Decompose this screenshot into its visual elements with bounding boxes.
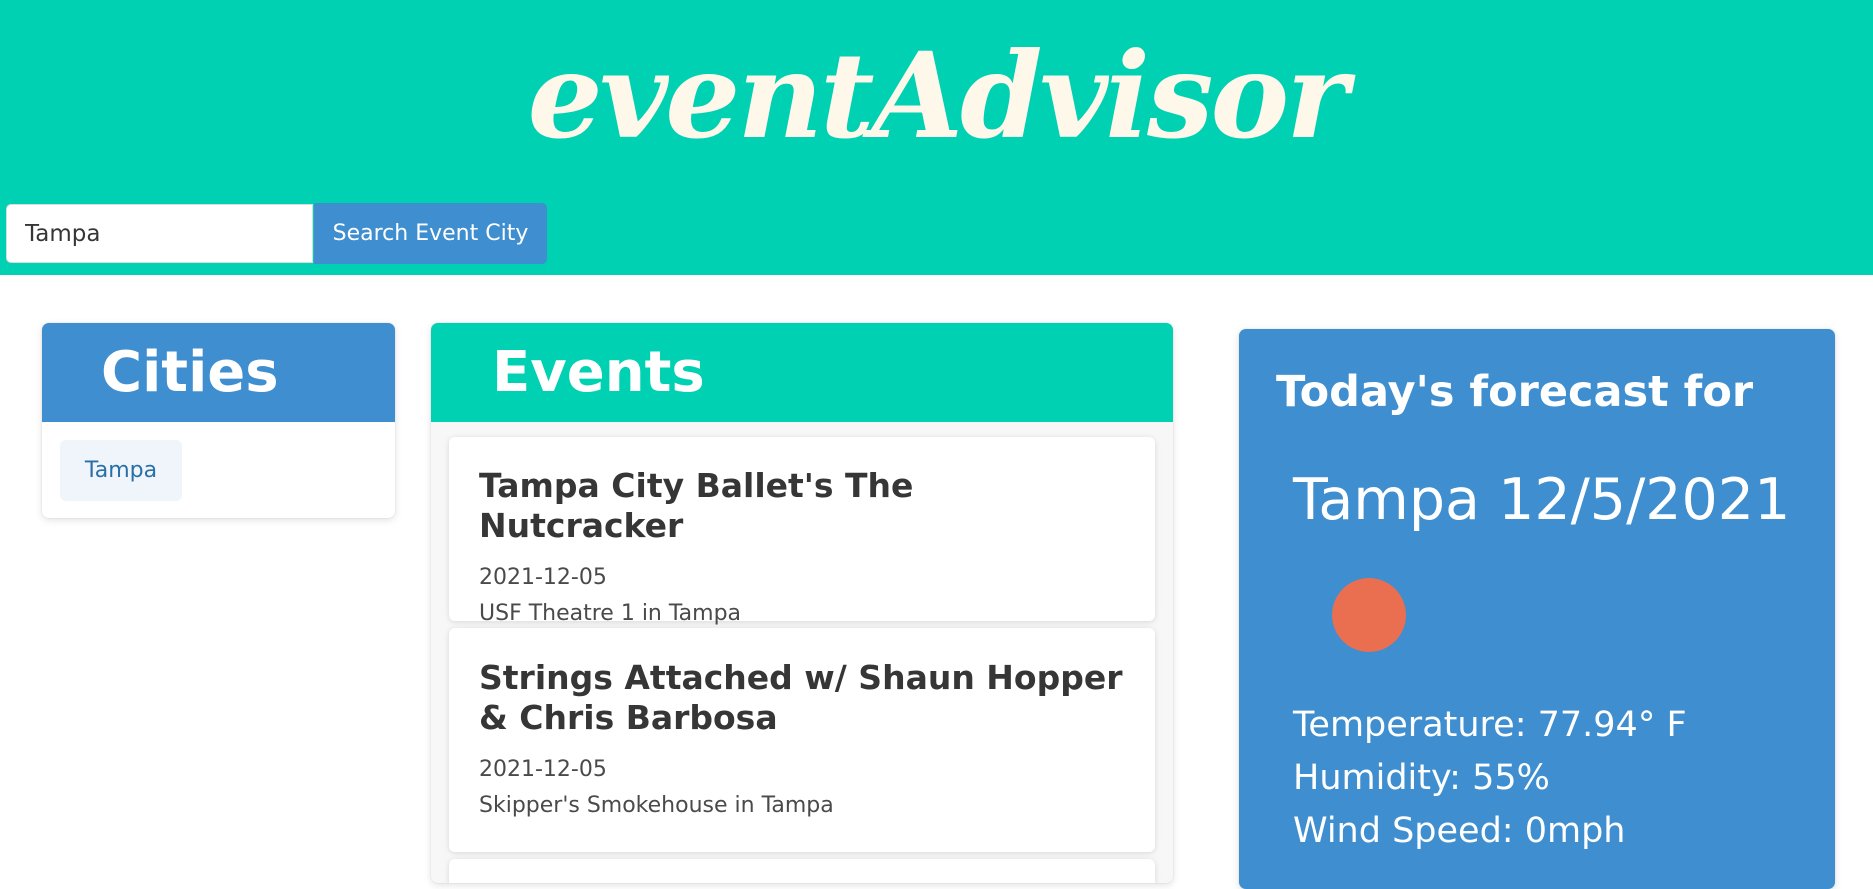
search-event-city-button[interactable]: Search Event City [314,203,547,264]
event-card[interactable]: Tampa City Ballet's The Nutcracker 2021-… [449,437,1155,626]
event-venue: Skipper's Smokehouse in Tampa [479,793,834,818]
cities-title: Cities [42,323,395,422]
city-search-input[interactable] [6,204,313,263]
temperature-readout: Temperature: 77.94° F [1293,705,1687,745]
event-card-partial[interactable] [449,859,1155,883]
event-date: 2021-12-05 [479,565,607,590]
humidity-readout: Humidity: 55% [1293,758,1550,798]
events-panel: Events Tampa City Ballet's The Nutcracke… [431,323,1173,883]
event-title: Tampa City Ballet's The Nutcracker [479,466,914,545]
forecast-panel: Today's forecast for Tampa 12/5/2021 Tem… [1239,329,1835,889]
event-venue: USF Theatre 1 in Tampa [479,601,742,626]
cities-panel: Cities Tampa [42,323,395,518]
events-title: Events [431,323,1173,422]
wind-speed-readout: Wind Speed: 0mph [1293,811,1626,851]
sun-icon [1332,578,1406,652]
site-logo: eventAdvisor [527,26,1349,165]
event-card[interactable]: Strings Attached w/ Shaun Hopper & Chris… [449,628,1155,852]
forecast-city-date: Tampa 12/5/2021 [1293,467,1791,533]
forecast-heading: Today's forecast for [1276,367,1754,417]
city-item-tampa[interactable]: Tampa [60,440,182,501]
event-date: 2021-12-05 [479,757,607,782]
event-title: Strings Attached w/ Shaun Hopper & Chris… [479,658,1123,737]
site-header: eventAdvisor Search Event City [0,0,1873,275]
